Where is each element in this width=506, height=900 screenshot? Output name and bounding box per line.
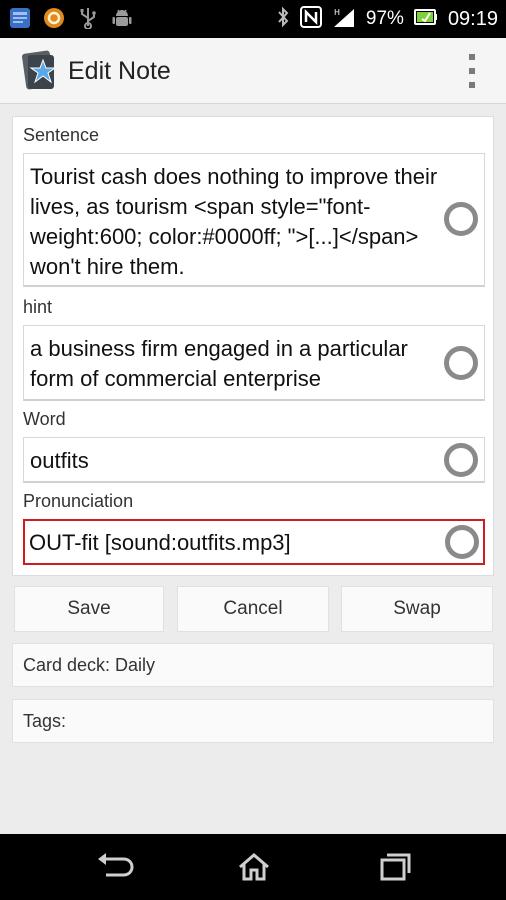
svg-text:H: H: [334, 8, 340, 17]
field-label-word: Word: [23, 409, 66, 429]
status-bar: H 97% 09:19: [0, 0, 506, 38]
navigation-bar: [0, 834, 506, 900]
note-fields-card: Sentence Tourist cash does nothing to im…: [12, 116, 494, 576]
sentence-field-text: Tourist cash does nothing to improve the…: [30, 164, 444, 279]
tags-selector[interactable]: Tags:: [12, 699, 494, 743]
swap-button[interactable]: Swap: [341, 586, 493, 632]
clock: 09:19: [447, 7, 498, 30]
action-bar: Edit Note: [0, 38, 506, 104]
word-field[interactable]: outfits: [23, 437, 485, 483]
card-deck-selector[interactable]: Card deck: Daily: [12, 643, 494, 687]
usb-icon: [76, 6, 100, 30]
overflow-menu-icon[interactable]: [468, 54, 476, 88]
pronunciation-field[interactable]: OUT-fit [sound:outfits.mp3]: [23, 519, 485, 565]
pronunciation-media-button[interactable]: [445, 525, 479, 559]
field-label-sentence: Sentence: [23, 125, 100, 145]
field-label-hint: hint: [23, 297, 53, 317]
recent-apps-icon[interactable]: [374, 851, 414, 883]
back-icon[interactable]: [94, 851, 134, 883]
word-field-text: outfits: [30, 448, 89, 473]
pronunciation-field-text: OUT-fit [sound:outfits.mp3]: [29, 530, 291, 555]
field-label-pronunciation: Pronunciation: [23, 491, 134, 511]
sentence-field[interactable]: Tourist cash does nothing to improve the…: [23, 153, 485, 287]
card-deck-label: Card deck: Daily: [23, 654, 156, 675]
save-button[interactable]: Save: [14, 586, 164, 632]
signal-icon: H: [332, 6, 356, 33]
tags-label: Tags:: [23, 710, 67, 731]
sentence-media-button[interactable]: [444, 202, 478, 236]
nfc-icon: [299, 5, 322, 33]
anki-star-logo[interactable]: [22, 50, 60, 92]
page-title: Edit Note: [68, 57, 171, 85]
battery-icon: [413, 8, 438, 31]
orange-circle-app-icon: [42, 6, 66, 30]
hint-field-text: a business firm engaged in a particular …: [30, 336, 415, 391]
news-app-icon: [8, 6, 32, 30]
battery-percent: 97%: [365, 8, 404, 29]
android-debug-icon: [110, 6, 134, 30]
home-icon[interactable]: [234, 851, 274, 883]
cancel-button[interactable]: Cancel: [177, 586, 329, 632]
bluetooth-icon: [276, 6, 290, 33]
hint-media-button[interactable]: [444, 346, 478, 380]
word-media-button[interactable]: [444, 443, 478, 477]
hint-field[interactable]: a business firm engaged in a particular …: [23, 325, 485, 401]
